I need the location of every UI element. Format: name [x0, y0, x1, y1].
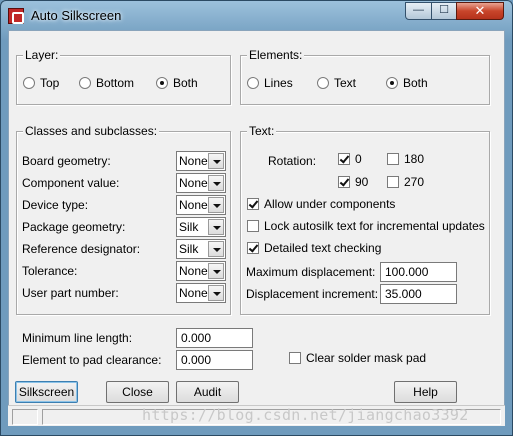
device-type-value: None — [179, 198, 208, 212]
layer-top-label[interactable]: Top — [40, 76, 59, 90]
allow-under-components-label[interactable]: Allow under components — [264, 197, 395, 211]
max-displacement-input[interactable]: 100.000 — [380, 262, 457, 282]
chevron-down-icon[interactable] — [208, 285, 224, 301]
help-button[interactable]: Help — [394, 381, 457, 403]
watermark-text: https://blog.csdn.net/jiangchao3392 — [142, 406, 469, 424]
text-legend: Text: — [247, 124, 277, 138]
app-icon — [8, 8, 24, 24]
lock-autosilk-checkbox[interactable] — [247, 220, 259, 232]
device-type-select[interactable]: None — [176, 195, 226, 215]
elements-lines-label[interactable]: Lines — [264, 76, 293, 90]
close-button[interactable]: Close — [106, 381, 169, 403]
min-line-length-label: Minimum line length: — [22, 331, 133, 345]
clear-solder-mask-checkbox[interactable] — [289, 352, 301, 364]
chevron-down-icon[interactable] — [208, 175, 224, 191]
layer-both-radio[interactable] — [156, 77, 168, 89]
close-window-button[interactable]: ✕ — [456, 2, 504, 20]
chevron-down-icon[interactable] — [208, 241, 224, 257]
tolerance-select[interactable]: None — [176, 261, 226, 281]
chevron-down-icon[interactable] — [208, 263, 224, 279]
tolerance-label: Tolerance: — [22, 264, 78, 278]
package-geometry-label: Package geometry: — [22, 220, 126, 234]
allow-under-components-checkbox[interactable] — [247, 198, 259, 210]
pad-clearance-label: Element to pad clearance: — [22, 353, 162, 367]
rotation-270-label[interactable]: 270 — [404, 175, 424, 189]
board-geometry-select[interactable]: None — [176, 151, 226, 171]
silkscreen-button[interactable]: Silkscreen — [15, 381, 78, 403]
board-geometry-label: Board geometry: — [22, 154, 111, 168]
elements-both-radio[interactable] — [386, 77, 398, 89]
rotation-90-checkbox[interactable] — [338, 176, 350, 188]
reference-designator-value: Silk — [179, 242, 199, 256]
title-bar[interactable]: Auto Silkscreen — ☐ ✕ — [1, 1, 512, 31]
board-geometry-value: None — [179, 154, 208, 168]
chevron-down-icon[interactable] — [208, 153, 224, 169]
package-geometry-value: Silk — [179, 220, 199, 234]
rotation-90-label[interactable]: 90 — [355, 175, 368, 189]
elements-both-label[interactable]: Both — [403, 76, 428, 90]
minimize-button[interactable]: — — [405, 2, 432, 20]
rotation-180-checkbox[interactable] — [387, 153, 399, 165]
tolerance-value: None — [179, 264, 208, 278]
classes-legend: Classes and subclasses: — [23, 124, 160, 138]
rotation-label: Rotation: — [268, 154, 317, 168]
max-displacement-label: Maximum displacement: — [246, 265, 376, 279]
elements-text-label[interactable]: Text — [334, 76, 356, 90]
reference-designator-label: Reference designator: — [22, 242, 141, 256]
rotation-270-checkbox[interactable] — [387, 176, 399, 188]
clear-solder-mask-label[interactable]: Clear solder mask pad — [306, 351, 426, 365]
displacement-increment-label: Displacement increment: — [246, 287, 379, 301]
detailed-text-checking-label[interactable]: Detailed text checking — [264, 241, 381, 255]
reference-designator-select[interactable]: Silk — [176, 239, 226, 259]
component-value-label: Component value: — [22, 176, 120, 190]
rotation-0-label[interactable]: 0 — [355, 152, 362, 166]
package-geometry-select[interactable]: Silk — [176, 217, 226, 237]
user-part-number-value: None — [179, 286, 208, 300]
rotation-180-label[interactable]: 180 — [404, 152, 424, 166]
layer-both-label[interactable]: Both — [173, 76, 198, 90]
elements-text-radio[interactable] — [317, 77, 329, 89]
audit-button[interactable]: Audit — [176, 381, 239, 403]
lock-autosilk-label[interactable]: Lock autosilk text for incremental updat… — [264, 219, 485, 233]
window-title: Auto Silkscreen — [31, 8, 122, 23]
elements-legend: Elements: — [247, 48, 305, 62]
user-part-number-select[interactable]: None — [176, 283, 226, 303]
pad-clearance-input[interactable]: 0.000 — [176, 350, 253, 370]
displacement-increment-input[interactable]: 35.000 — [380, 284, 457, 304]
min-line-length-input[interactable]: 0.000 — [176, 328, 253, 348]
chevron-down-icon[interactable] — [208, 197, 224, 213]
component-value-select[interactable]: None — [176, 173, 226, 193]
device-type-label: Device type: — [22, 198, 89, 212]
layer-bottom-label[interactable]: Bottom — [96, 76, 134, 90]
layer-top-radio[interactable] — [23, 77, 35, 89]
layer-bottom-radio[interactable] — [79, 77, 91, 89]
user-part-number-label: User part number: — [22, 286, 119, 300]
maximize-button[interactable]: ☐ — [431, 2, 457, 20]
component-value-value: None — [179, 176, 208, 190]
chevron-down-icon[interactable] — [208, 219, 224, 235]
elements-lines-radio[interactable] — [247, 77, 259, 89]
status-cell-1 — [12, 409, 38, 425]
layer-legend: Layer: — [23, 48, 61, 62]
rotation-0-checkbox[interactable] — [338, 153, 350, 165]
detailed-text-checking-checkbox[interactable] — [247, 242, 259, 254]
